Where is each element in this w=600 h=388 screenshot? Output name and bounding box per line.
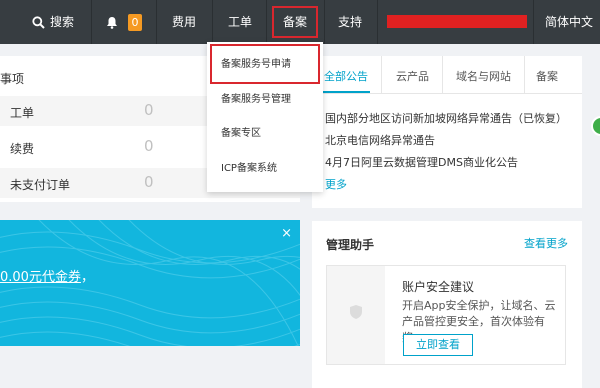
todo-row-count: 0 <box>144 173 154 191</box>
menu-item-beian-zone[interactable]: 备案专区 <box>207 117 323 151</box>
coupon-link[interactable]: 0.00元代金券 <box>0 270 81 285</box>
tab-cloud-products[interactable]: 云产品 <box>396 68 429 84</box>
management-assistant-panel: 管理助手 查看更多 账户安全建议 开启App安全保护，让域名、云产品管控更安全，… <box>312 221 582 388</box>
menu-item-icp-system[interactable]: ICP备案系统 <box>207 152 323 186</box>
menu-item-manage-service-number[interactable]: 备案服务号管理 <box>207 83 323 117</box>
todo-row-count: 0 <box>144 137 154 155</box>
notification-button[interactable] <box>106 0 118 44</box>
todo-title: 事项 <box>0 72 25 86</box>
assistant-title: 管理助手 <box>326 238 375 252</box>
active-tab-indicator <box>322 91 370 93</box>
card-title: 账户安全建议 <box>402 280 475 294</box>
divider <box>533 0 534 44</box>
view-now-button[interactable]: 立即查看 <box>403 334 473 356</box>
divider <box>442 56 443 94</box>
promo-banner[interactable]: × 0.00元代金券， <box>0 220 300 346</box>
beian-highlight-box <box>272 6 318 38</box>
divider <box>266 0 267 44</box>
search-button[interactable]: 搜索 <box>32 0 74 44</box>
tab-all-announcements[interactable]: 全部公告 <box>324 68 368 84</box>
announcements-more-link[interactable]: 更多 <box>325 176 347 192</box>
announcement-item[interactable]: 4月7日阿里云数据管理DMS商业化公告 <box>325 154 518 170</box>
tab-domains-websites[interactable]: 域名与网站 <box>456 68 511 84</box>
divider <box>377 0 378 44</box>
announcements-panel: 全部公告 云产品 域名与网站 备案 国内部分地区访问新加坡网络异常通告（已恢复）… <box>312 56 582 208</box>
divider <box>156 0 157 44</box>
todo-row-count: 0 <box>144 101 154 119</box>
todo-row-label: 未支付订单 <box>10 178 71 192</box>
tab-beian[interactable]: 备案 <box>536 68 558 84</box>
search-icon <box>32 16 45 29</box>
nav-tickets[interactable]: 工单 <box>228 0 252 44</box>
announcement-item[interactable]: 北京电信网络异常通告 <box>325 132 435 148</box>
floating-helper-button[interactable] <box>591 116 600 136</box>
card-icon-area <box>327 266 385 364</box>
todo-row-label: 工单 <box>10 106 35 120</box>
announcement-tabs: 全部公告 云产品 域名与网站 备案 <box>312 56 582 94</box>
menu-item-highlight-box <box>210 44 320 84</box>
redacted-account-bar <box>387 15 527 28</box>
nav-fees[interactable]: 费用 <box>172 0 196 44</box>
divider <box>524 56 525 94</box>
security-advice-card: 账户安全建议 开启App安全保护，让域名、云产品管控更安全，首次体验有奖。 立即… <box>326 265 566 365</box>
view-more-link[interactable]: 查看更多 <box>524 235 568 251</box>
top-navigation-bar: 搜索 0 费用 工单 备案 支持 简体中文 <box>0 0 600 44</box>
divider <box>212 0 213 44</box>
banner-text-suffix: ， <box>80 270 94 285</box>
notification-count-badge: 0 <box>128 14 142 31</box>
beian-dropdown-menu: 备案服务号申请 备案服务号管理 备案专区 ICP备案系统 <box>207 42 323 192</box>
banner-close-icon[interactable]: × <box>281 226 292 241</box>
banner-text: 0.00元代金券， <box>0 266 94 285</box>
divider <box>381 56 382 94</box>
language-switch[interactable]: 简体中文 <box>545 0 593 44</box>
divider <box>324 0 325 44</box>
search-label: 搜索 <box>50 15 75 29</box>
shield-icon <box>350 305 362 319</box>
divider <box>91 0 92 44</box>
announcement-item[interactable]: 国内部分地区访问新加坡网络异常通告（已恢复） <box>325 110 567 126</box>
nav-support[interactable]: 支持 <box>338 0 362 44</box>
bell-icon <box>107 17 117 29</box>
todo-row-label: 续费 <box>10 142 35 156</box>
